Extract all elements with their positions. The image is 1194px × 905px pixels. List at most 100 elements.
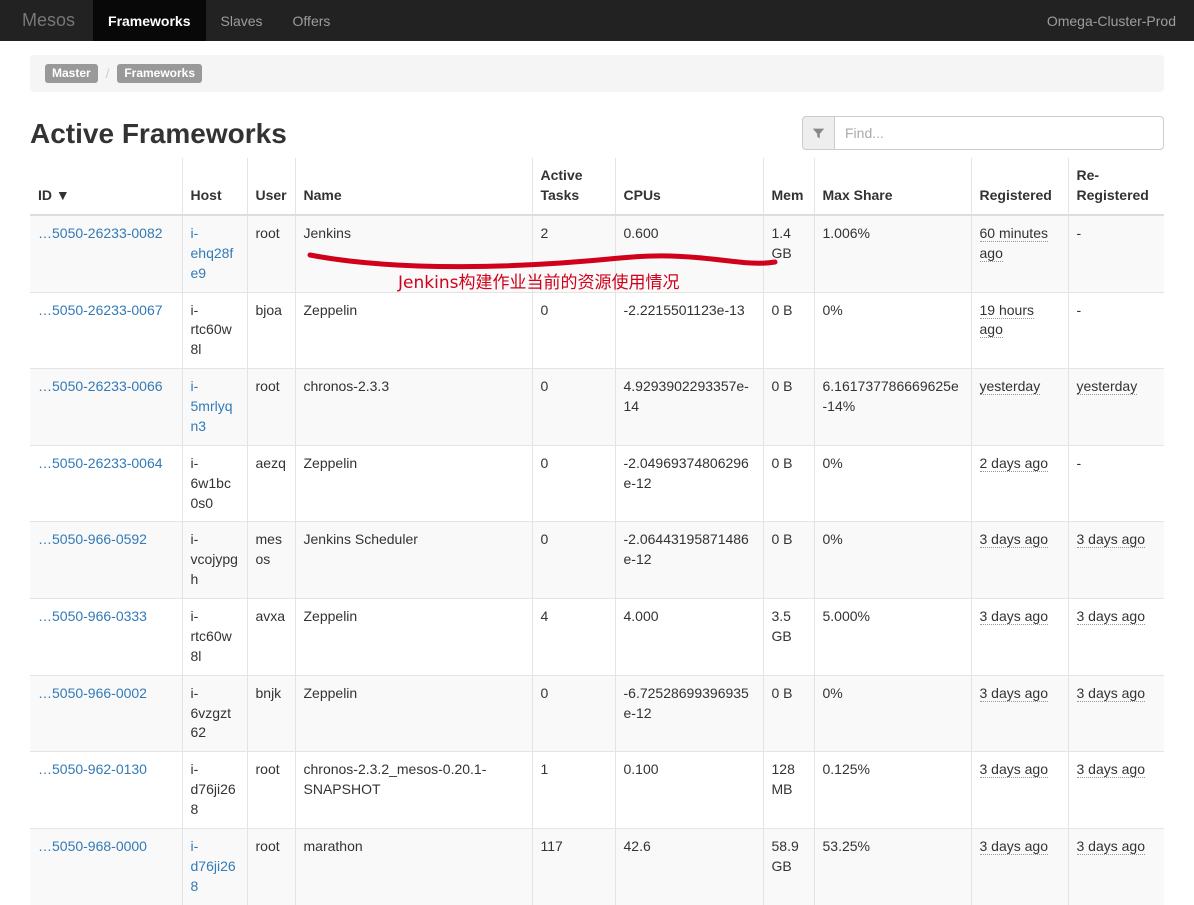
- max-share: 0%: [822, 531, 843, 548]
- brand-mesos[interactable]: Mesos: [18, 0, 93, 41]
- host: i-d76ji268: [190, 761, 236, 818]
- framework-id[interactable]: …5050-26233-0066: [38, 378, 163, 394]
- host[interactable]: i-d76ji268: [191, 838, 236, 894]
- user: aezq: [255, 454, 286, 471]
- framework-id[interactable]: …5050-26233-0082: [38, 225, 163, 241]
- frameworks-table-wrapper: ID ▼ Host User Name Active Tasks CPUs Me…: [0, 158, 1194, 905]
- cpus-cell: 0.100: [614, 751, 763, 829]
- framework-id[interactable]: …5050-962-0130: [38, 761, 147, 777]
- nav-item-offers[interactable]: Offers: [278, 0, 346, 41]
- max-share: 0.125%: [822, 761, 870, 778]
- mem-cell: 0 B: [762, 674, 814, 752]
- user-cell: root: [246, 214, 295, 293]
- table-row: …5050-962-0130 i-d76ji268 root chronos-2.3.…: [30, 751, 1164, 829]
- table-row: …5050-966-0592 i-vcojypgh mesos Jenkins Sch…: [30, 521, 1164, 599]
- column-header-host[interactable]: Host: [181, 158, 247, 216]
- re-registered-cell: 3 days ago: [1067, 751, 1164, 829]
- cpus: 0.600: [623, 224, 659, 241]
- host[interactable]: i-5mrlyqn3: [191, 378, 233, 434]
- active-tasks-cell: 0: [531, 521, 615, 599]
- column-header-name[interactable]: Name: [294, 158, 532, 216]
- table-row: …5050-966-0002 i-6vzgzt62 bnjk Zeppelin 0 -6.…: [30, 674, 1164, 752]
- column-header-re-registered[interactable]: Re-Registered: [1067, 158, 1164, 216]
- framework-name-cell: Zeppelin: [294, 444, 532, 522]
- registered-cell: 3 days ago: [970, 598, 1068, 676]
- mem-cell: 0 B: [762, 521, 814, 599]
- column-header-active-tasks[interactable]: Active Tasks: [531, 158, 615, 216]
- frameworks-table: ID ▼ Host User Name Active Tasks CPUs Me…: [30, 158, 1164, 905]
- column-header-max-share[interactable]: Max Share: [813, 158, 971, 216]
- host[interactable]: i-ehq28fe9: [191, 225, 234, 281]
- max-share: 53.25%: [822, 837, 870, 854]
- framework-name: chronos-2.3.2_mesos-0.20.1-SNAPSHOT: [303, 761, 487, 798]
- framework-name: marathon: [303, 837, 363, 854]
- user-cell: bnjk: [246, 674, 295, 752]
- max-share: 0%: [822, 684, 843, 701]
- user-cell: bjoa: [246, 291, 295, 369]
- breadcrumb-item-frameworks[interactable]: Frameworks: [117, 64, 203, 84]
- cpus: -2.2215501123e-13: [623, 301, 745, 318]
- framework-name-cell: Zeppelin: [294, 598, 532, 676]
- user: avxa: [255, 608, 286, 625]
- framework-id-cell: …5050-966-0002: [30, 674, 182, 752]
- active-tasks-cell: 0: [531, 444, 615, 522]
- table-row: …5050-26233-0082 i-ehq28fe9 root Jenkins 2 0.…: [30, 214, 1164, 293]
- column-header-user[interactable]: User: [246, 158, 295, 216]
- framework-name: Zeppelin: [303, 301, 358, 318]
- funnel-icon[interactable]: [802, 116, 834, 151]
- active-tasks-cell: 117: [531, 827, 615, 905]
- framework-id-cell: …5050-26233-0064: [30, 444, 182, 522]
- registered: 2 days ago: [979, 454, 1048, 472]
- column-header-id[interactable]: ID ▼: [30, 158, 182, 216]
- mem: 1.4 GB: [771, 224, 792, 261]
- page-title: Active Frameworks: [30, 118, 287, 150]
- user-cell: aezq: [246, 444, 295, 522]
- framework-id[interactable]: …5050-968-0000: [38, 838, 147, 854]
- table-row: …5050-968-0000 i-d76ji268 root marathon 117 4…: [30, 827, 1164, 905]
- framework-name-cell: chronos-2.3.3: [294, 368, 532, 446]
- column-header-cpus[interactable]: CPUs: [614, 158, 763, 216]
- re-registered: 3 days ago: [1076, 837, 1145, 855]
- framework-name-cell: Jenkins: [294, 214, 532, 293]
- column-header-registered[interactable]: Registered: [970, 158, 1068, 216]
- registered: 19 hours ago: [979, 301, 1034, 339]
- breadcrumb-separator: /: [105, 66, 110, 82]
- framework-id-cell: …5050-26233-0082: [30, 214, 182, 293]
- search-input[interactable]: [834, 116, 1164, 151]
- host-cell: i-d76ji268: [181, 751, 247, 829]
- registered: 3 days ago: [979, 837, 1048, 855]
- re-registered-cell: 3 days ago: [1067, 674, 1164, 752]
- framework-id-cell: …5050-962-0130: [30, 751, 182, 829]
- max-share: 6.161737786669625e-14%: [822, 378, 959, 415]
- framework-name-cell: Zeppelin: [294, 674, 532, 752]
- page-header: Active Frameworks: [0, 92, 1194, 158]
- re-registered: -: [1076, 224, 1082, 241]
- active-tasks: 2: [540, 224, 549, 241]
- framework-id[interactable]: …5050-26233-0064: [38, 455, 163, 471]
- column-header-mem[interactable]: Mem: [762, 158, 814, 216]
- cpus: 4.9293902293357e-14: [623, 378, 749, 415]
- re-registered-cell: -: [1067, 444, 1164, 522]
- re-registered: yesterday: [1076, 378, 1138, 396]
- active-tasks: 1: [540, 761, 549, 778]
- framework-id[interactable]: …5050-966-0002: [38, 685, 147, 701]
- framework-id[interactable]: …5050-966-0333: [38, 608, 147, 624]
- framework-name-cell: Zeppelin: [294, 291, 532, 369]
- nav-item-frameworks[interactable]: Frameworks: [93, 0, 206, 41]
- breadcrumb-item-master[interactable]: Master: [45, 64, 98, 84]
- max-share-cell: 5.000%: [813, 598, 971, 676]
- framework-id[interactable]: …5050-966-0592: [38, 531, 147, 547]
- mem: 0 B: [771, 301, 793, 318]
- nav-items: Frameworks Slaves Offers: [93, 0, 345, 41]
- host-cell: i-6w1bc0s0: [181, 444, 247, 522]
- framework-id[interactable]: …5050-26233-0067: [38, 302, 163, 318]
- user: root: [255, 761, 280, 778]
- framework-name: chronos-2.3.3: [303, 378, 390, 395]
- registered: 3 days ago: [979, 531, 1048, 549]
- active-tasks-cell: 0: [531, 368, 615, 446]
- registered-cell: 3 days ago: [970, 521, 1068, 599]
- cpus-cell: 0.600: [614, 214, 763, 293]
- max-share-cell: 0%: [813, 291, 971, 369]
- host-cell: i-rtc60w8l: [181, 291, 247, 369]
- nav-item-slaves[interactable]: Slaves: [206, 0, 278, 41]
